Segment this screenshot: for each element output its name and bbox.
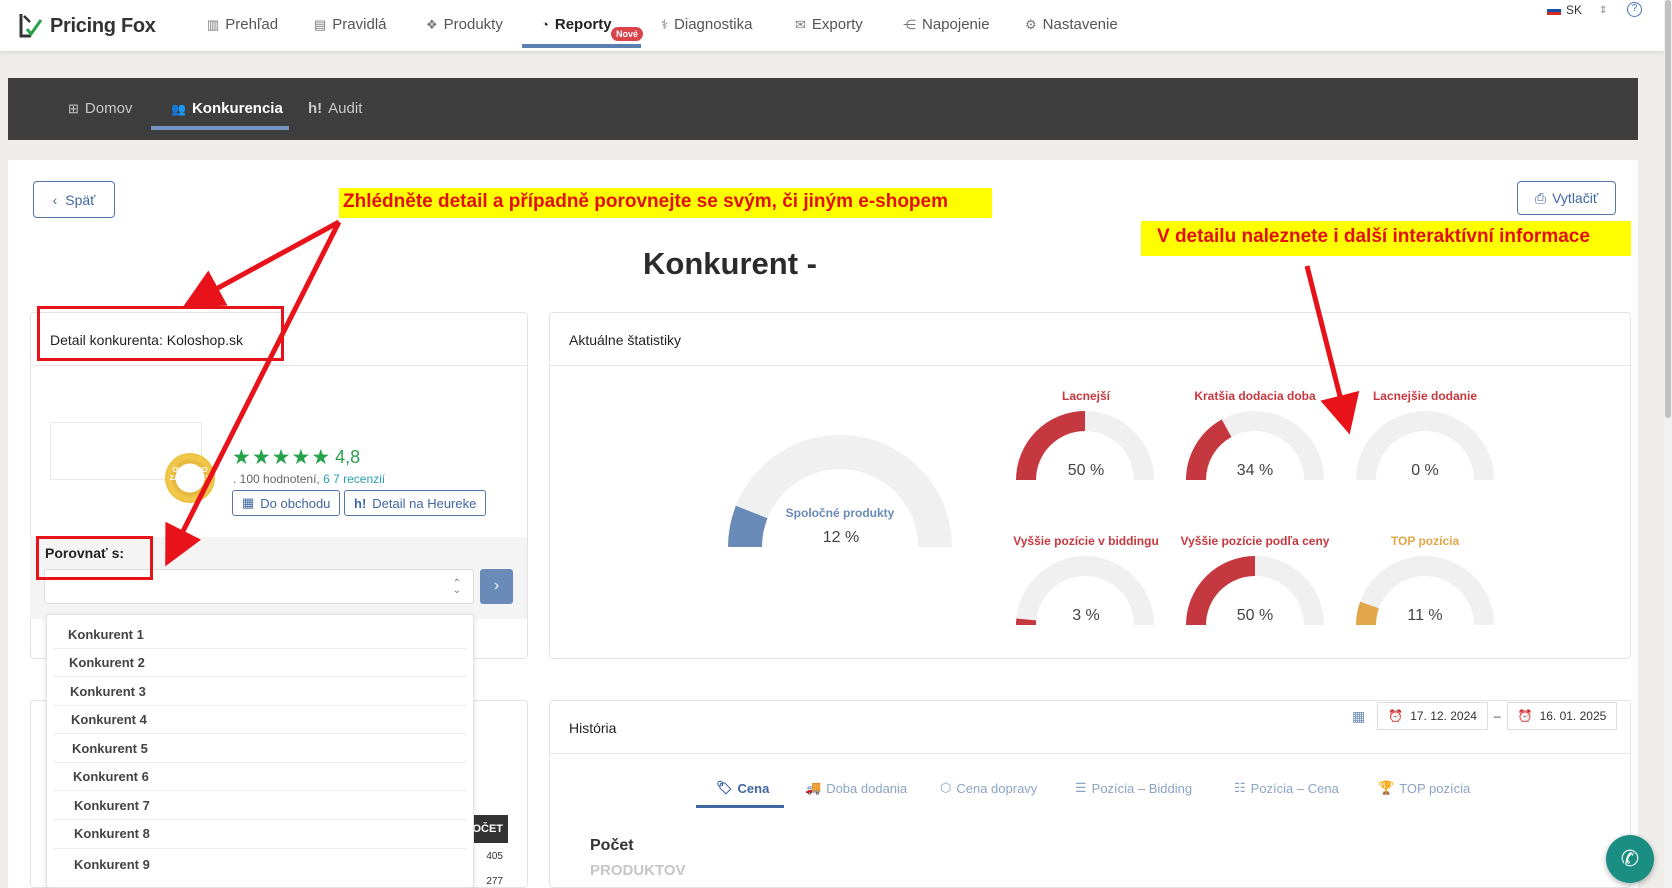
arrow-line — [165, 220, 342, 567]
annotation-arrows — [165, 219, 1360, 567]
arrow-line — [1304, 265, 1360, 435]
